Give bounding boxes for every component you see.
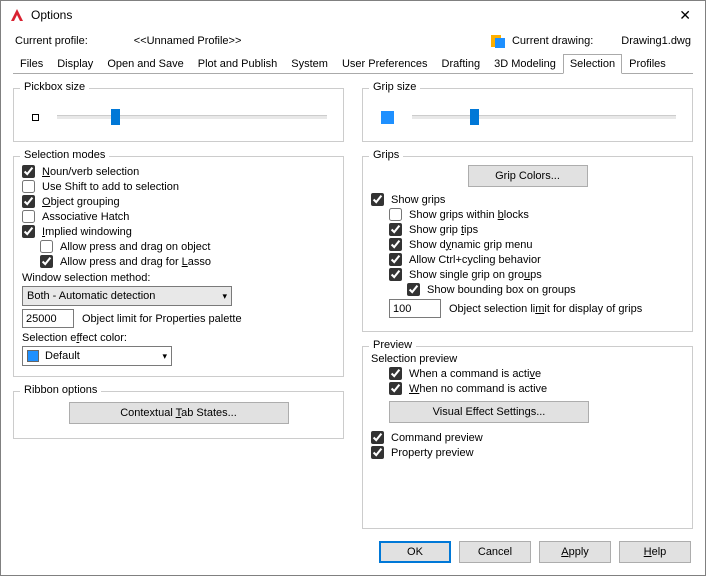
press-drag-object-checkbox[interactable]: [40, 240, 53, 253]
press-drag-lasso-label: Allow press and drag for Lasso: [60, 256, 211, 268]
selection-modes-label: Selection modes: [20, 149, 109, 161]
cmd-active-label: When a command is active: [409, 368, 541, 380]
no-cmd-active-label: When no command is active: [409, 383, 547, 395]
ctrl-cycling-checkbox[interactable]: [389, 253, 402, 266]
press-drag-object-label: Allow press and drag on object: [60, 241, 210, 253]
selection-effect-color-combo[interactable]: Default ▾: [22, 346, 172, 366]
color-swatch-icon: [27, 350, 39, 362]
grip-tips-checkbox[interactable]: [389, 223, 402, 236]
pickbox-size-group: Pickbox size: [13, 88, 344, 142]
associative-hatch-checkbox[interactable]: [22, 210, 35, 223]
help-button[interactable]: Help: [619, 541, 691, 563]
grips-within-blocks-label: Show grips within blocks: [409, 209, 529, 221]
grip-display-limit-label: Object selection limit for display of gr…: [449, 303, 642, 315]
cmd-active-checkbox[interactable]: [389, 367, 402, 380]
object-limit-input[interactable]: [22, 309, 74, 328]
current-profile-label: Current profile:: [15, 35, 88, 47]
current-drawing-label: Current drawing:: [512, 35, 593, 47]
grip-tips-label: Show grip tips: [409, 224, 478, 236]
object-grouping-checkbox[interactable]: [22, 195, 35, 208]
dynamic-grip-menu-label: Show dynamic grip menu: [409, 239, 533, 251]
property-preview-label: Property preview: [391, 447, 474, 459]
selection-modes-group: Selection modes Noun/verb selection Use …: [13, 156, 344, 377]
single-grip-groups-checkbox[interactable]: [389, 268, 402, 281]
ribbon-options-label: Ribbon options: [20, 384, 101, 396]
tab-files[interactable]: Files: [13, 54, 50, 74]
tab-drafting[interactable]: Drafting: [435, 54, 488, 74]
tab-user-preferences[interactable]: User Preferences: [335, 54, 435, 74]
left-column: Pickbox size Selection modes Noun/verb s…: [13, 82, 344, 529]
tab-open-and-save[interactable]: Open and Save: [100, 54, 190, 74]
contextual-tab-states-button[interactable]: Contextual Tab States...: [69, 402, 289, 424]
grip-size-label: Grip size: [369, 81, 420, 93]
tab-selection[interactable]: Selection: [563, 54, 622, 74]
drawing-icon: [490, 33, 506, 49]
selection-effect-color-value: Default: [45, 350, 80, 362]
current-drawing-value: Drawing1.dwg: [621, 35, 691, 47]
current-profile-value: <<Unnamed Profile>>: [134, 35, 242, 47]
tab-strip: Files Display Open and Save Plot and Pub…: [1, 53, 705, 73]
grip-preview-icon: [381, 111, 394, 124]
pickbox-size-label: Pickbox size: [20, 81, 89, 93]
show-grips-label: Show grips: [391, 194, 445, 206]
associative-hatch-label: Associative Hatch: [42, 211, 129, 223]
chevron-down-icon: ▾: [162, 351, 167, 362]
chevron-down-icon: ▾: [222, 291, 227, 302]
tab-display[interactable]: Display: [50, 54, 100, 74]
ok-button[interactable]: OK: [379, 541, 451, 563]
close-icon[interactable]: ✕: [673, 5, 697, 26]
command-preview-checkbox[interactable]: [371, 431, 384, 444]
selection-effect-color-label: Selection effect color:: [22, 332, 335, 344]
grips-within-blocks-checkbox[interactable]: [389, 208, 402, 221]
bbox-groups-checkbox[interactable]: [407, 283, 420, 296]
apply-button[interactable]: Apply: [539, 541, 611, 563]
ribbon-options-group: Ribbon options Contextual Tab States...: [13, 391, 344, 439]
options-dialog: Options ✕ Current profile: <<Unnamed Pro…: [0, 0, 706, 576]
no-cmd-active-checkbox[interactable]: [389, 382, 402, 395]
ctrl-cycling-label: Allow Ctrl+cycling behavior: [409, 254, 541, 266]
tab-profiles[interactable]: Profiles: [622, 54, 673, 74]
selection-preview-label: Selection preview: [371, 353, 684, 365]
noun-verb-checkbox[interactable]: [22, 165, 35, 178]
visual-effect-settings-button[interactable]: Visual Effect Settings...: [389, 401, 589, 423]
preview-label: Preview: [369, 339, 416, 351]
implied-windowing-checkbox[interactable]: [22, 225, 35, 238]
window-selection-method-label: Window selection method:: [22, 272, 335, 284]
press-drag-lasso-checkbox[interactable]: [40, 255, 53, 268]
noun-verb-label: Noun/verb selection: [42, 166, 139, 178]
grip-size-group: Grip size: [362, 88, 693, 142]
app-logo-icon: [9, 7, 25, 23]
grips-group: Grips Grip Colors... Show grips Show gri…: [362, 156, 693, 332]
grips-label: Grips: [369, 149, 403, 161]
tab-system[interactable]: System: [284, 54, 335, 74]
dynamic-grip-menu-checkbox[interactable]: [389, 238, 402, 251]
shift-add-checkbox[interactable]: [22, 180, 35, 193]
tab-content: Pickbox size Selection modes Noun/verb s…: [1, 74, 705, 533]
property-preview-checkbox[interactable]: [371, 446, 384, 459]
pickbox-size-slider[interactable]: [57, 109, 327, 125]
cancel-button[interactable]: Cancel: [459, 541, 531, 563]
grip-size-slider[interactable]: [412, 109, 676, 125]
pickbox-preview-icon: [32, 114, 39, 121]
shift-add-label: Use Shift to add to selection: [42, 181, 179, 193]
bbox-groups-label: Show bounding box on groups: [427, 284, 576, 296]
tab-plot-and-publish[interactable]: Plot and Publish: [191, 54, 285, 74]
tab-3d-modeling[interactable]: 3D Modeling: [487, 54, 563, 74]
object-grouping-label: Object grouping: [42, 196, 120, 208]
grip-colors-button[interactable]: Grip Colors...: [468, 165, 588, 187]
show-grips-checkbox[interactable]: [371, 193, 384, 206]
object-limit-label: Object limit for Properties palette: [82, 313, 242, 325]
dialog-footer: OK Cancel Apply Help: [1, 533, 705, 575]
window-selection-method-value: Both - Automatic detection: [27, 290, 155, 302]
window-selection-method-combo[interactable]: Both - Automatic detection ▾: [22, 286, 232, 306]
header-row: Current profile: <<Unnamed Profile>> Cur…: [1, 29, 705, 51]
dialog-title: Options: [31, 8, 72, 22]
titlebar: Options ✕: [1, 1, 705, 29]
command-preview-label: Command preview: [391, 432, 483, 444]
preview-group: Preview Selection preview When a command…: [362, 346, 693, 529]
right-column: Grip size Grips Grip Colors... Show grip…: [362, 82, 693, 529]
grip-display-limit-input[interactable]: [389, 299, 441, 318]
single-grip-groups-label: Show single grip on groups: [409, 269, 542, 281]
implied-windowing-label: Implied windowing: [42, 226, 132, 238]
